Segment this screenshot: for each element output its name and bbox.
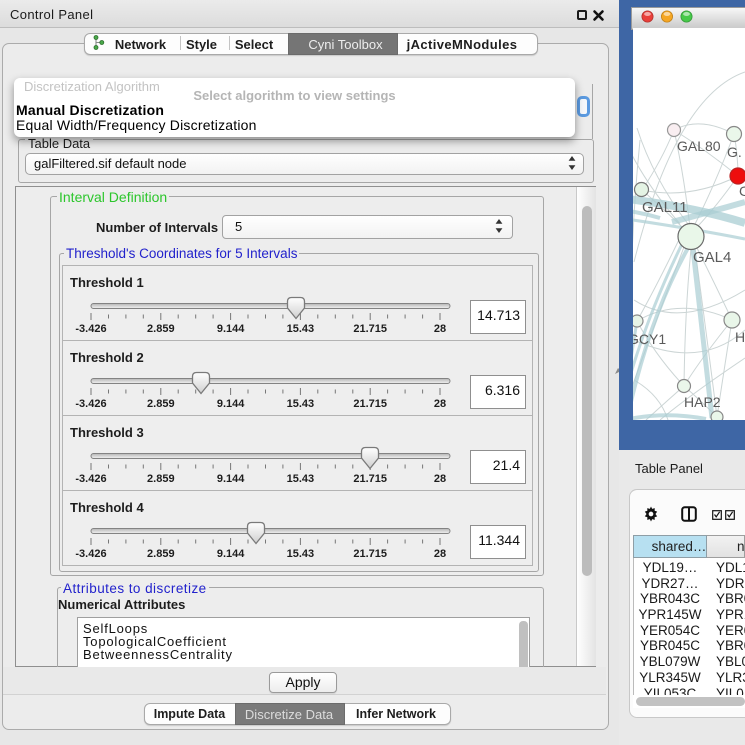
svg-text:GAL4: GAL4 [693, 249, 731, 266]
svg-text:HAP2: HAP2 [684, 394, 721, 410]
svg-text:15.43: 15.43 [287, 473, 315, 485]
svg-text:GCY1: GCY1 [633, 331, 666, 347]
svg-text:21.715: 21.715 [353, 473, 387, 485]
svg-text:28: 28 [434, 398, 446, 410]
svg-text:H: H [735, 329, 745, 345]
svg-text:15.43: 15.43 [287, 323, 315, 335]
svg-text:GAL11: GAL11 [642, 199, 688, 216]
svg-text:9.144: 9.144 [217, 473, 245, 485]
svg-text:21.715: 21.715 [353, 323, 387, 335]
svg-text:-3.426: -3.426 [75, 548, 106, 560]
svg-text:28: 28 [434, 323, 446, 335]
svg-text:GAL80: GAL80 [677, 138, 721, 154]
svg-text:21.715: 21.715 [353, 398, 387, 410]
svg-text:-3.426: -3.426 [75, 398, 106, 410]
svg-text:2.859: 2.859 [147, 548, 175, 560]
svg-text:2.859: 2.859 [147, 323, 175, 335]
svg-text:9.144: 9.144 [217, 323, 245, 335]
svg-text:28: 28 [434, 473, 446, 485]
svg-text:-3.426: -3.426 [75, 473, 106, 485]
svg-text:21.715: 21.715 [353, 548, 387, 560]
svg-text:9.144: 9.144 [217, 398, 245, 410]
svg-text:2.859: 2.859 [147, 473, 175, 485]
svg-text:2.859: 2.859 [147, 398, 175, 410]
svg-text:C: C [739, 183, 745, 199]
svg-text:28: 28 [434, 548, 446, 560]
svg-text:15.43: 15.43 [287, 548, 315, 560]
svg-text:9.144: 9.144 [217, 548, 245, 560]
svg-text:15.43: 15.43 [287, 398, 315, 410]
svg-text:-3.426: -3.426 [75, 323, 106, 335]
svg-text:G.: G. [727, 144, 742, 160]
